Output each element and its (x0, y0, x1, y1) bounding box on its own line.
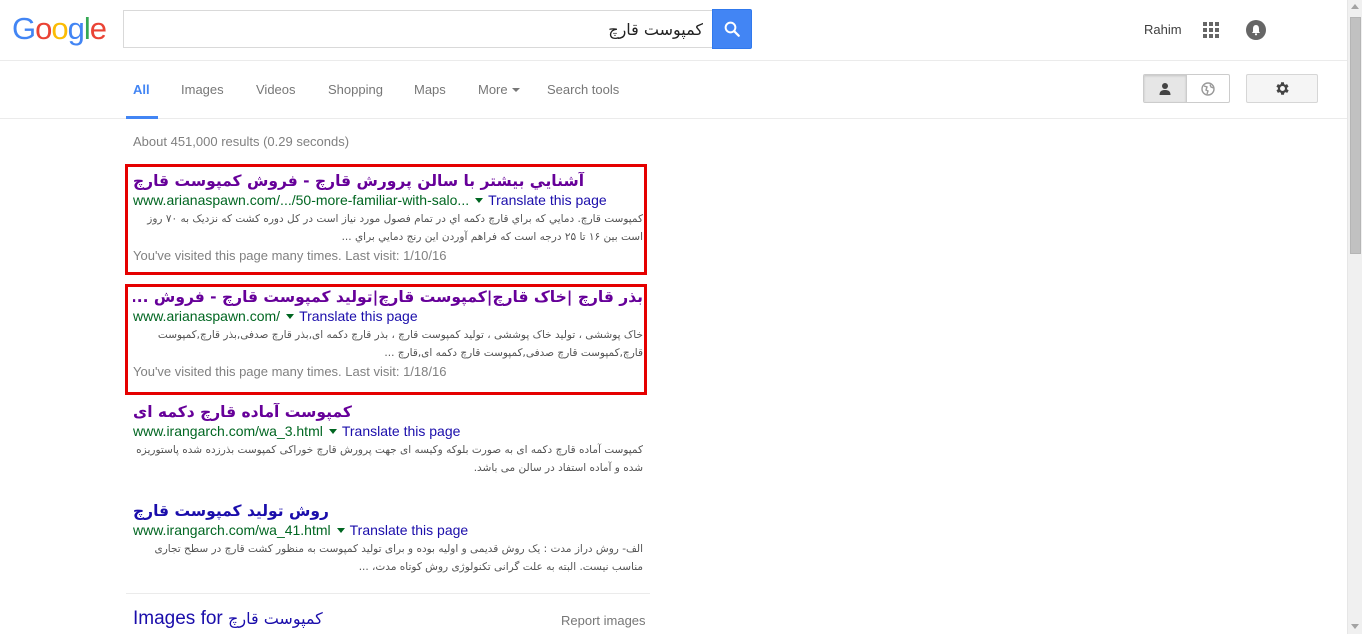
tab-maps[interactable]: Maps (414, 82, 446, 97)
result-title-link[interactable]: روش تولید کمپوست قارچ (133, 502, 643, 520)
google-logo[interactable]: Google (12, 11, 107, 47)
visit-history: You've visited this page many times. Las… (133, 364, 447, 379)
result-url-line: www.arianaspawn.com/Translate this page (133, 308, 643, 324)
result-url-line: www.arianaspawn.com/.../50-more-familiar… (133, 192, 643, 208)
global-results-button[interactable] (1187, 75, 1229, 102)
search-button[interactable] (712, 9, 752, 49)
logo-letter: g (67, 11, 85, 46)
gear-icon (1275, 82, 1289, 95)
scroll-down-arrow-icon[interactable] (1351, 624, 1359, 629)
tab-all[interactable]: All (133, 82, 150, 97)
result-url: www.arianaspawn.com/ (133, 308, 281, 324)
tab-more-label: More (478, 82, 508, 97)
search-icon (724, 21, 740, 37)
chevron-down-icon[interactable] (475, 198, 484, 203)
tab-videos[interactable]: Videos (256, 82, 296, 97)
result-url-line: www.irangarch.com/wa_3.html Translate thi… (133, 423, 643, 439)
result-snippet: الف- روش دراز مدت : یک روش قدیمی و اولیه… (154, 543, 644, 573)
scroll-up-arrow-icon[interactable] (1351, 4, 1359, 9)
translate-link[interactable]: Translate this page (350, 522, 469, 538)
logo-letter: o (35, 11, 52, 46)
apps-grid-icon[interactable] (1203, 22, 1219, 38)
search-nav-bar: All Images Videos Shopping Maps More Sea… (0, 61, 1347, 119)
search-result: آشنايي بيشتر با سالن پرورش قارچ - فروش ك… (133, 172, 643, 263)
vertical-scrollbar[interactable] (1347, 0, 1362, 634)
search-box (123, 10, 713, 48)
search-result: بذر قارچ |خاک قارچ|کمپوست قارچ|تولید کمپ… (133, 288, 643, 379)
report-images-link[interactable]: Report images (561, 613, 646, 628)
person-icon (1159, 82, 1171, 95)
notifications-bell-icon[interactable] (1246, 20, 1266, 40)
chevron-down-icon[interactable] (336, 528, 345, 533)
translate-link[interactable]: Translate this page (342, 423, 461, 439)
chevron-down-icon[interactable] (286, 314, 295, 319)
personal-results-button[interactable] (1144, 75, 1187, 102)
result-snippet: خاک پوششی ، تولید خاک پوششی ، تولید کمپو… (157, 329, 643, 359)
images-for-prefix: Images for (133, 608, 223, 629)
translate-link[interactable]: Translate this page (488, 192, 607, 208)
chevron-down-icon[interactable] (328, 429, 337, 434)
tab-more[interactable]: More (478, 82, 520, 97)
result-title-link[interactable]: آشنايي بيشتر با سالن پرورش قارچ - فروش ك… (133, 172, 643, 190)
search-input[interactable] (124, 11, 713, 47)
result-title-link[interactable]: کمپوست آماده قارچ دکمه ای (133, 403, 643, 421)
tab-images[interactable]: Images (181, 82, 224, 97)
result-snippet: کمپوست آماده قارچ دکمه ای به صورت بلوکه … (136, 444, 643, 474)
translate-link[interactable]: Translate this page (299, 308, 418, 324)
tab-search-tools[interactable]: Search tools (547, 82, 619, 97)
tab-shopping[interactable]: Shopping (328, 82, 383, 97)
header: Google Rahim (0, 0, 1347, 61)
result-url-line: www.irangarch.com/wa_41.html Translate th… (133, 522, 643, 538)
search-result: روش تولید کمپوست قارچ www.irangarch.com/… (133, 502, 643, 576)
result-url: www.arianaspawn.com/.../50-more-familiar… (133, 192, 470, 208)
visit-history: You've visited this page many times. Las… (133, 248, 447, 263)
section-divider (126, 593, 650, 594)
bell-glyph-icon (1252, 25, 1260, 36)
settings-button[interactable] (1246, 74, 1318, 103)
logo-letter: o (51, 11, 68, 46)
results-mode-toggle (1143, 74, 1230, 103)
logo-letter: G (12, 11, 36, 46)
result-url: www.irangarch.com/wa_3.html (133, 423, 323, 439)
globe-icon (1201, 81, 1215, 96)
logo-letter: e (89, 11, 107, 46)
result-snippet: کمپوست قارچ. دمايي که براي قارچ دکمه اي … (147, 213, 643, 243)
chevron-down-icon (511, 88, 520, 92)
result-stats: About 451,000 results (0.29 seconds) (133, 134, 350, 149)
account-name[interactable]: Rahim (1144, 22, 1182, 37)
active-tab-indicator (126, 116, 158, 119)
search-result: کمپوست آماده قارچ دکمه ای www.irangarch.… (133, 403, 643, 477)
images-for-link[interactable]: Images for کمپوست قارچ (133, 608, 323, 630)
result-title-link[interactable]: بذر قارچ |خاک قارچ|کمپوست قارچ|تولید کمپ… (133, 288, 643, 306)
result-url: www.irangarch.com/wa_41.html (133, 522, 331, 538)
images-for-query: کمپوست قارچ (228, 609, 323, 628)
scrollbar-thumb[interactable] (1350, 17, 1361, 254)
